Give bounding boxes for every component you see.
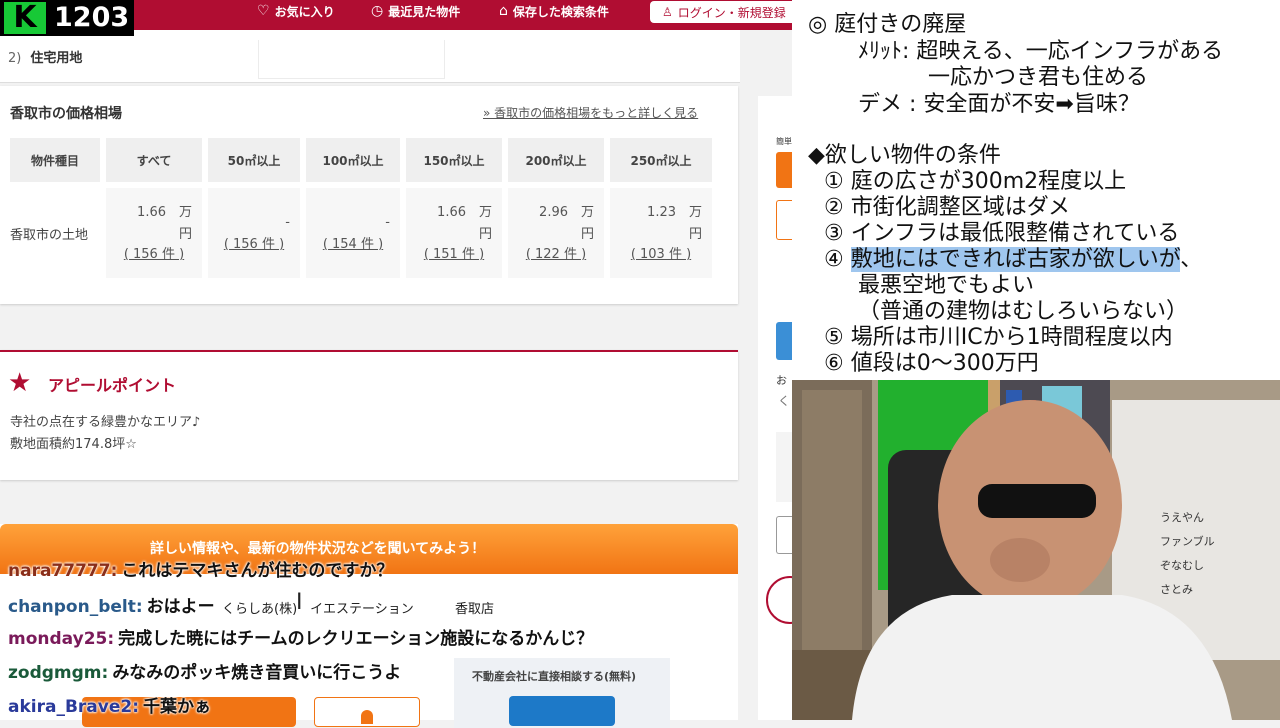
direct-consult-button[interactable] <box>509 696 615 726</box>
webcam-name: うえやん <box>1160 511 1204 524</box>
appeal-title: アピールポイント <box>48 376 177 395</box>
price-value: 2.96 万 円 <box>539 205 594 242</box>
price-table-header-cell: 250㎡以上 <box>610 138 712 182</box>
favorites-label: お気に入り <box>274 4 335 19</box>
chat-username: chanpon_belt: <box>8 597 143 617</box>
company-name: くらしあ(株) イエステーション <box>222 602 414 617</box>
price-table-header-cell: 150㎡以上 <box>406 138 502 182</box>
price-table-cell: 1.23 万 円( 103 件 ) <box>610 188 712 278</box>
chat-username: akira_Brave2: <box>8 697 140 717</box>
sidebar-button[interactable] <box>776 200 792 240</box>
price-value: - <box>285 215 290 230</box>
login-label: ログイン・新規登録 <box>677 5 786 20</box>
price-detail-link[interactable]: » 香取市の価格相場をもっと詳しく見る <box>483 104 698 121</box>
star-icon: ★ <box>8 368 32 398</box>
price-table-header-cell: 50㎡以上 <box>208 138 300 182</box>
direct-consult-text: 不動産会社に直接相談する(無料) <box>472 670 637 683</box>
listing-count-link[interactable]: ( 156 件 ) <box>106 243 202 262</box>
chat-message: nara77777: これはテマキさんが住むのですか？ <box>8 556 393 581</box>
appeal-line: 寺社の点在する緑豊かなエリア♪ <box>10 415 201 430</box>
webcam-name: ファンブル <box>1160 535 1215 548</box>
clock-icon: ◷ <box>371 3 384 19</box>
right-sidebar: 簡単 お く <box>758 96 814 720</box>
board-line: ⑥ 値段は0～300万円 <box>824 351 1039 376</box>
chat-text: おはよー <box>146 597 215 617</box>
listing-count-link[interactable]: ( 151 件 ) <box>406 243 502 262</box>
login-button[interactable]: ♙ ログイン・新規登録 <box>650 1 810 23</box>
chat-message: chanpon_belt: おはよー <box>8 592 215 617</box>
chat-message: monday25: 完成した暁にはチームのレクリエーション施設になるかんじ？ <box>8 624 593 649</box>
listing-count-link[interactable]: ( 103 件 ) <box>610 243 712 262</box>
chat-message: zodgmgm: みなみのポッキ焼き音買いに行こうよ <box>8 658 401 683</box>
webcam-name: さとみ <box>1160 583 1193 596</box>
land-type-label: 2) 住宅用地 <box>8 51 83 66</box>
chat-message: akira_Brave2: 千葉かぁ <box>8 692 211 717</box>
price-table-cell: - ( 156 件 ) <box>208 188 300 278</box>
board-marker: ④ <box>824 247 851 272</box>
recent-link[interactable]: ◷ 最近見た物件 <box>371 0 460 22</box>
webcam-name-list: うえやん ファンブル ぞなむし さとみ <box>1160 506 1215 602</box>
whiteboard: ◎ 庭付きの廃屋 ﾒﾘｯﾄ: 超映える、一応インフラがある 一応かつき君も住める… <box>792 0 1280 380</box>
folder-icon: ⌂ <box>499 3 508 19</box>
land-type-text: 住宅用地 <box>30 51 83 66</box>
sidebar-button[interactable] <box>776 516 792 554</box>
listing-count-link[interactable]: ( 154 件 ) <box>306 233 400 252</box>
viewer-count: 1203 <box>54 2 130 33</box>
price-table-cell: 1.66 万 円( 156 件 ) <box>106 188 202 278</box>
chat-username: zodgmgm: <box>8 663 109 683</box>
contact-banner-text: 詳しい情報や、最新の物件状況などを聞いてみよう！ <box>150 541 486 557</box>
webcam-feed: うえやん ファンブル ぞなむし さとみ <box>792 380 1280 720</box>
price-table-cell: - ( 154 件 ) <box>306 188 400 278</box>
price-table-header-cell: 200㎡以上 <box>508 138 604 182</box>
recent-label: 最近見た物件 <box>388 4 461 19</box>
price-table-header-cell: すべて <box>106 138 202 182</box>
chat-text: 完成した暁にはチームのレクリエーション施設になるかんじ？ <box>118 629 594 649</box>
price-value: 1.23 万 円 <box>647 205 702 242</box>
price-table-header-cell: 100㎡以上 <box>306 138 400 182</box>
price-table-title: 香取市の価格相場 <box>10 106 122 122</box>
price-table-cell: 1.66 万 円( 151 件 ) <box>406 188 502 278</box>
chat-username: nara77777: <box>8 561 118 581</box>
text-cursor-icon: I <box>296 590 303 615</box>
property-summary-card <box>0 30 740 83</box>
favorites-link[interactable]: ♡ お気に入り <box>257 0 335 22</box>
listing-count-link[interactable]: ( 156 件 ) <box>208 233 300 252</box>
saved-search-link[interactable]: ⌂ 保存した検索条件 <box>499 0 609 22</box>
logo-letter: K <box>4 2 46 34</box>
board-tail: 、 <box>1180 247 1203 272</box>
board-line: デメ : 安全面が不安➡旨味？ <box>858 92 1140 117</box>
company-branch: 香取店 <box>455 602 495 617</box>
chat-text: みなみのポッキ焼き音買いに行こうよ <box>112 663 402 683</box>
price-row-label: 香取市の土地 <box>10 228 89 243</box>
price-value: 1.66 万 円 <box>137 205 192 242</box>
appeal-text: 寺社の点在する緑豊かなエリア♪ 敷地面積約174.8坪☆ <box>10 412 200 456</box>
webcam-name: ぞなむし <box>1160 559 1204 572</box>
sidebar-button[interactable] <box>776 152 792 188</box>
appeal-line: 敷地面積約174.8坪☆ <box>10 437 137 452</box>
listing-count-link[interactable]: ( 122 件 ) <box>508 243 604 262</box>
chat-text: これはテマキさんが住むのですか？ <box>121 561 394 581</box>
phone-button[interactable] <box>314 697 420 727</box>
price-table-cell: 2.96 万 円( 122 件 ) <box>508 188 604 278</box>
price-table-header-cell: 物件種目 <box>10 138 100 182</box>
sidebar-button[interactable] <box>776 322 792 360</box>
saved-search-label: 保存した検索条件 <box>512 4 609 19</box>
chat-username: monday25: <box>8 629 115 649</box>
price-value: - <box>385 215 390 230</box>
user-icon: ♙ <box>662 5 673 19</box>
price-value: 1.66 万 円 <box>437 205 492 242</box>
chat-text: 千葉かぁ <box>143 697 212 717</box>
heart-icon: ♡ <box>257 3 270 19</box>
